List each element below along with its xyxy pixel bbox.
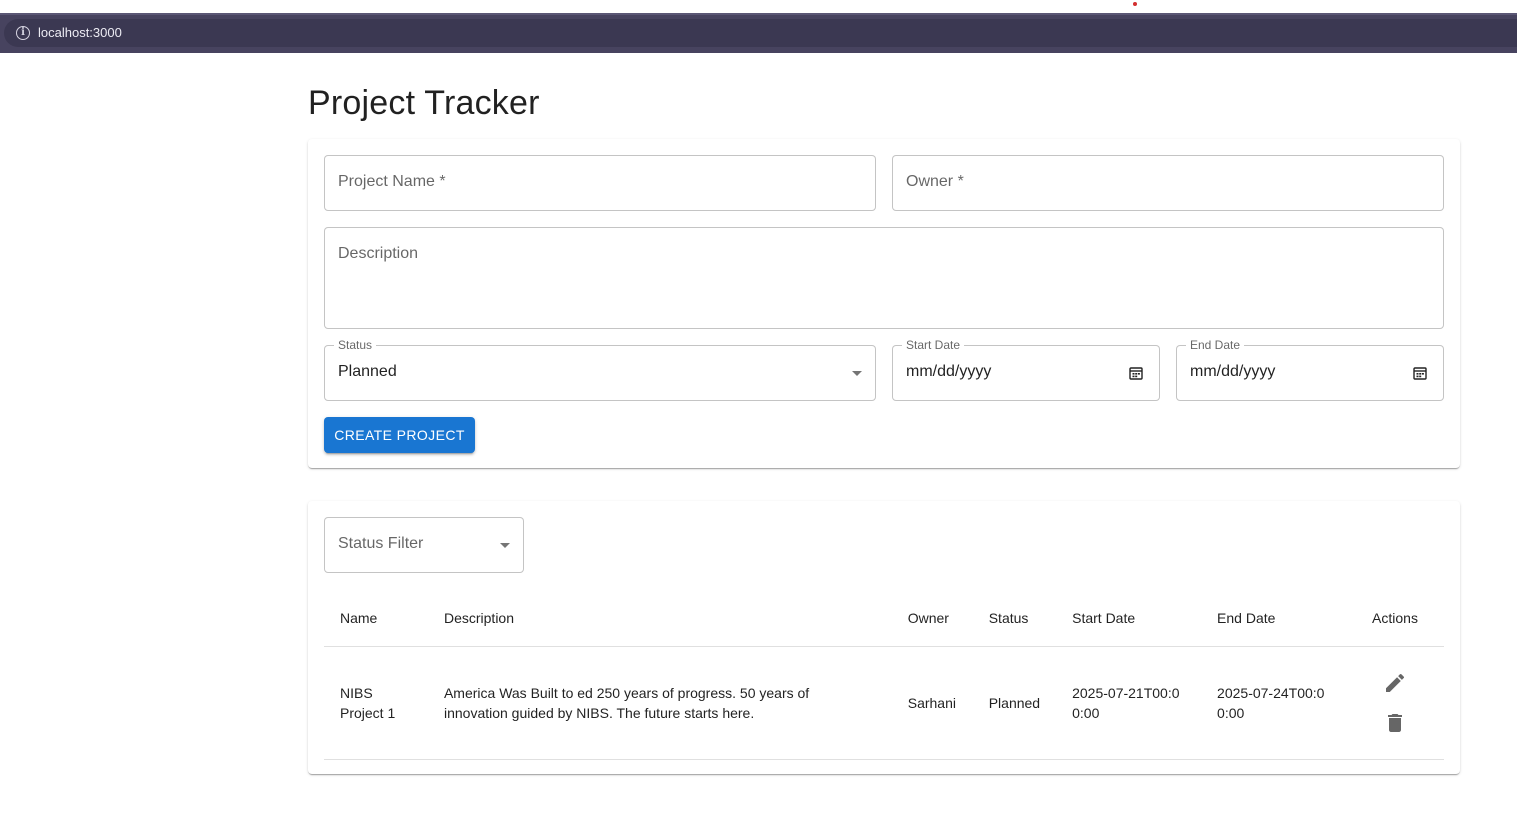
table-row: NIBS Project 1 America Was Built to ed 2… <box>324 646 1444 760</box>
cell-actions <box>1345 646 1444 760</box>
owner-field[interactable]: Owner * <box>892 155 1444 211</box>
calendar-icon[interactable] <box>1129 366 1143 380</box>
cell-end-date: 2025-07-24T00:00:00 <box>1201 646 1346 760</box>
column-header-start-date: Start Date <box>1056 590 1202 647</box>
chevron-down-icon <box>500 543 510 548</box>
description-field[interactable]: Description <box>324 227 1444 329</box>
create-project-button[interactable]: CREATE PROJECT <box>324 417 475 453</box>
column-header-description: Description <box>427 590 892 647</box>
column-header-status: Status <box>972 590 1057 647</box>
cell-status: Planned <box>972 646 1057 760</box>
url-pill[interactable]: i localhost:3000 <box>4 19 1517 47</box>
site-info-icon[interactable]: i <box>16 26 30 40</box>
status-select[interactable]: Status Planned <box>324 338 876 401</box>
browser-top-strip <box>0 0 1517 13</box>
end-date-field[interactable]: End Date mm/dd/yyyy <box>1176 338 1444 401</box>
start-date-field[interactable]: Start Date mm/dd/yyyy <box>892 338 1160 401</box>
cell-description: America Was Built to ed 250 years of pro… <box>427 646 892 760</box>
start-date-label: Start Date <box>902 338 965 352</box>
description-placeholder: Description <box>338 245 419 262</box>
browser-address-bar: i localhost:3000 <box>0 13 1517 53</box>
status-value: Planned <box>338 363 397 380</box>
table-header-row: Name Description Owner Status Start Date… <box>324 590 1444 647</box>
status-filter-placeholder: Status Filter <box>338 535 424 552</box>
chevron-down-icon <box>852 371 862 376</box>
cell-start-date: 2025-07-21T00:00:00 <box>1056 646 1202 760</box>
projects-table: Name Description Owner Status Start Date… <box>324 590 1444 760</box>
create-project-form: Project Name * Owner * Description Statu… <box>308 139 1460 468</box>
page-title: Project Tracker <box>308 84 540 122</box>
cell-owner: Sarhani <box>891 646 973 760</box>
status-label: Status <box>334 338 377 352</box>
edit-icon[interactable] <box>1383 671 1407 695</box>
column-header-end-date: End Date <box>1201 590 1346 647</box>
url-text[interactable]: localhost:3000 <box>38 25 122 40</box>
column-header-actions: Actions <box>1345 590 1444 647</box>
start-date-value: mm/dd/yyyy <box>906 363 992 380</box>
notification-dot <box>1133 2 1137 6</box>
column-header-name: Name <box>324 590 428 647</box>
end-date-value: mm/dd/yyyy <box>1190 363 1276 380</box>
cell-name: NIBS Project 1 <box>324 646 428 760</box>
delete-icon[interactable] <box>1383 711 1407 735</box>
column-header-owner: Owner <box>891 590 973 647</box>
owner-placeholder: Owner * <box>906 173 964 190</box>
project-list-panel: Status Filter Name Description Owner Sta… <box>308 501 1460 774</box>
project-name-placeholder: Project Name * <box>338 173 446 190</box>
end-date-label: End Date <box>1186 338 1245 352</box>
calendar-icon[interactable] <box>1413 366 1427 380</box>
project-name-field[interactable]: Project Name * <box>324 155 876 211</box>
status-filter-select[interactable]: Status Filter <box>324 517 524 573</box>
